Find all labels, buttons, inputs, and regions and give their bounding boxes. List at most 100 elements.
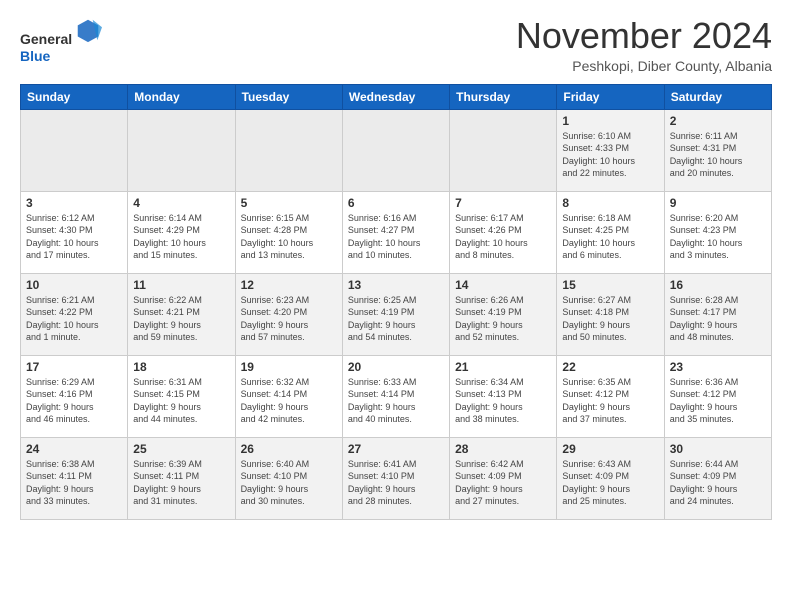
- day-number: 14: [455, 278, 551, 292]
- day-number: 25: [133, 442, 229, 456]
- day-number: 4: [133, 196, 229, 210]
- day-number: 8: [562, 196, 658, 210]
- calendar-cell: 15 Sunrise: 6:27 AM Sunset: 4:18 PM Dayli…: [557, 273, 664, 355]
- calendar-cell: 12Sunrise: 6:23 AM Sunset: 4:20 PM Dayli…: [235, 273, 342, 355]
- calendar-cell: 1Sunrise: 6:10 AM Sunset: 4:33 PM Daylig…: [557, 109, 664, 191]
- calendar-cell: 19Sunrise: 6:32 AM Sunset: 4:14 PM Dayli…: [235, 355, 342, 437]
- calendar-cell: 22 Sunrise: 6:35 AM Sunset: 4:12 PM Dayli…: [557, 355, 664, 437]
- day-info: Sunrise: 6:11 AM Sunset: 4:31 PM Dayligh…: [670, 130, 766, 180]
- day-number: 17: [26, 360, 122, 374]
- calendar-cell: 23Sunrise: 6:36 AM Sunset: 4:12 PM Dayli…: [664, 355, 771, 437]
- calendar-cell: 9 Sunrise: 6:20 AM Sunset: 4:23 PM Daylig…: [664, 191, 771, 273]
- day-info: Sunrise: 6:14 AM Sunset: 4:29 PM Dayligh…: [133, 212, 229, 262]
- day-info: Sunrise: 6:35 AM Sunset: 4:12 PM Dayligh…: [562, 376, 658, 426]
- day-info: Sunrise: 6:38 AM Sunset: 4:11 PM Dayligh…: [26, 458, 122, 508]
- month-title: November 2024: [516, 16, 772, 56]
- calendar-cell: [21, 109, 128, 191]
- logo-text: General: [20, 16, 102, 48]
- day-number: 7: [455, 196, 551, 210]
- day-info: Sunrise: 6:26 AM Sunset: 4:19 PM Dayligh…: [455, 294, 551, 344]
- day-number: 22: [562, 360, 658, 374]
- calendar-cell: 30 Sunrise: 6:44 AM Sunset: 4:09 PM Dayli…: [664, 437, 771, 519]
- day-info: Sunrise: 6:17 AM Sunset: 4:26 PM Dayligh…: [455, 212, 551, 262]
- day-number: 9: [670, 196, 766, 210]
- calendar: SundayMondayTuesdayWednesdayThursdayFrid…: [20, 84, 772, 520]
- logo: General Blue: [20, 16, 102, 65]
- day-info: Sunrise: 6:36 AM Sunset: 4:12 PM Dayligh…: [670, 376, 766, 426]
- calendar-cell: 29Sunrise: 6:43 AM Sunset: 4:09 PM Dayli…: [557, 437, 664, 519]
- calendar-cell: 26 Sunrise: 6:40 AM Sunset: 4:10 PM Dayli…: [235, 437, 342, 519]
- calendar-cell: 25 Sunrise: 6:39 AM Sunset: 4:11 PM Dayli…: [128, 437, 235, 519]
- calendar-cell: [128, 109, 235, 191]
- day-number: 13: [348, 278, 444, 292]
- day-info: Sunrise: 6:28 AM Sunset: 4:17 PM Dayligh…: [670, 294, 766, 344]
- day-info: Sunrise: 6:20 AM Sunset: 4:23 PM Dayligh…: [670, 212, 766, 262]
- day-info: Sunrise: 6:15 AM Sunset: 4:28 PM Dayligh…: [241, 212, 337, 262]
- day-info: Sunrise: 6:34 AM Sunset: 4:13 PM Dayligh…: [455, 376, 551, 426]
- calendar-cell: 7 Sunrise: 6:17 AM Sunset: 4:26 PM Daylig…: [450, 191, 557, 273]
- logo-blue: Blue: [20, 48, 50, 64]
- day-number: 30: [670, 442, 766, 456]
- day-info: Sunrise: 6:40 AM Sunset: 4:10 PM Dayligh…: [241, 458, 337, 508]
- day-info: Sunrise: 6:41 AM Sunset: 4:10 PM Dayligh…: [348, 458, 444, 508]
- calendar-cell: 17 Sunrise: 6:29 AM Sunset: 4:16 PM Dayli…: [21, 355, 128, 437]
- day-number: 18: [133, 360, 229, 374]
- calendar-cell: 4 Sunrise: 6:14 AM Sunset: 4:29 PM Daylig…: [128, 191, 235, 273]
- weekday-tuesday: Tuesday: [235, 84, 342, 109]
- day-info: Sunrise: 6:39 AM Sunset: 4:11 PM Dayligh…: [133, 458, 229, 508]
- calendar-cell: 24 Sunrise: 6:38 AM Sunset: 4:11 PM Dayli…: [21, 437, 128, 519]
- day-info: Sunrise: 6:22 AM Sunset: 4:21 PM Dayligh…: [133, 294, 229, 344]
- day-number: 20: [348, 360, 444, 374]
- calendar-cell: 6Sunrise: 6:16 AM Sunset: 4:27 PM Daylig…: [342, 191, 449, 273]
- day-number: 11: [133, 278, 229, 292]
- day-info: Sunrise: 6:25 AM Sunset: 4:19 PM Dayligh…: [348, 294, 444, 344]
- day-info: Sunrise: 6:44 AM Sunset: 4:09 PM Dayligh…: [670, 458, 766, 508]
- calendar-cell: 18 Sunrise: 6:31 AM Sunset: 4:15 PM Dayli…: [128, 355, 235, 437]
- calendar-cell: 11 Sunrise: 6:22 AM Sunset: 4:21 PM Dayli…: [128, 273, 235, 355]
- calendar-cell: 8Sunrise: 6:18 AM Sunset: 4:25 PM Daylig…: [557, 191, 664, 273]
- day-number: 5: [241, 196, 337, 210]
- calendar-cell: 5 Sunrise: 6:15 AM Sunset: 4:28 PM Daylig…: [235, 191, 342, 273]
- day-number: 3: [26, 196, 122, 210]
- calendar-week-row: 10Sunrise: 6:21 AM Sunset: 4:22 PM Dayli…: [21, 273, 772, 355]
- day-number: 26: [241, 442, 337, 456]
- calendar-cell: 2Sunrise: 6:11 AM Sunset: 4:31 PM Daylig…: [664, 109, 771, 191]
- header: General Blue November 2024 Peshkopi, Dib…: [20, 16, 772, 74]
- day-number: 21: [455, 360, 551, 374]
- title-block: November 2024 Peshkopi, Diber County, Al…: [516, 16, 772, 74]
- weekday-friday: Friday: [557, 84, 664, 109]
- weekday-saturday: Saturday: [664, 84, 771, 109]
- day-number: 16: [670, 278, 766, 292]
- calendar-cell: 14 Sunrise: 6:26 AM Sunset: 4:19 PM Dayli…: [450, 273, 557, 355]
- page: General Blue November 2024 Peshkopi, Dib…: [0, 0, 792, 530]
- day-info: Sunrise: 6:31 AM Sunset: 4:15 PM Dayligh…: [133, 376, 229, 426]
- day-number: 24: [26, 442, 122, 456]
- day-number: 12: [241, 278, 337, 292]
- weekday-monday: Monday: [128, 84, 235, 109]
- calendar-week-row: 3 Sunrise: 6:12 AM Sunset: 4:30 PM Daylig…: [21, 191, 772, 273]
- calendar-cell: 27Sunrise: 6:41 AM Sunset: 4:10 PM Dayli…: [342, 437, 449, 519]
- calendar-week-row: 24 Sunrise: 6:38 AM Sunset: 4:11 PM Dayli…: [21, 437, 772, 519]
- day-info: Sunrise: 6:16 AM Sunset: 4:27 PM Dayligh…: [348, 212, 444, 262]
- day-number: 28: [455, 442, 551, 456]
- day-info: Sunrise: 6:27 AM Sunset: 4:18 PM Dayligh…: [562, 294, 658, 344]
- day-info: Sunrise: 6:29 AM Sunset: 4:16 PM Dayligh…: [26, 376, 122, 426]
- day-info: Sunrise: 6:12 AM Sunset: 4:30 PM Dayligh…: [26, 212, 122, 262]
- logo-blue-text: Blue: [20, 48, 102, 65]
- day-info: Sunrise: 6:32 AM Sunset: 4:14 PM Dayligh…: [241, 376, 337, 426]
- calendar-cell: 3 Sunrise: 6:12 AM Sunset: 4:30 PM Daylig…: [21, 191, 128, 273]
- calendar-cell: 13 Sunrise: 6:25 AM Sunset: 4:19 PM Dayli…: [342, 273, 449, 355]
- day-info: Sunrise: 6:42 AM Sunset: 4:09 PM Dayligh…: [455, 458, 551, 508]
- weekday-wednesday: Wednesday: [342, 84, 449, 109]
- calendar-cell: [342, 109, 449, 191]
- weekday-sunday: Sunday: [21, 84, 128, 109]
- logo-icon: [74, 16, 102, 44]
- location: Peshkopi, Diber County, Albania: [516, 58, 772, 74]
- calendar-cell: 20Sunrise: 6:33 AM Sunset: 4:14 PM Dayli…: [342, 355, 449, 437]
- day-number: 29: [562, 442, 658, 456]
- calendar-week-row: 17 Sunrise: 6:29 AM Sunset: 4:16 PM Dayli…: [21, 355, 772, 437]
- day-number: 10: [26, 278, 122, 292]
- calendar-cell: [235, 109, 342, 191]
- day-number: 1: [562, 114, 658, 128]
- day-number: 15: [562, 278, 658, 292]
